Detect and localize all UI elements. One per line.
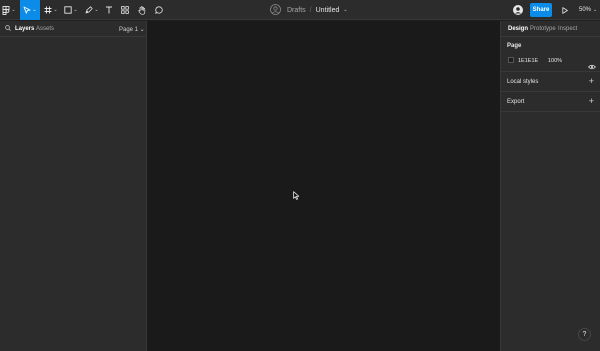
- search-icon[interactable]: [5, 25, 11, 33]
- properties-tabs: Design Prototype Inspect: [501, 21, 600, 37]
- pen-tool-icon: [85, 6, 93, 14]
- zoom-caret: ⌄: [593, 7, 598, 13]
- top-toolbar: ⌄ ⌄ ⌄ ⌄ ⌄ Drafts / Untitled ⌄ Share 50% …: [0, 0, 600, 20]
- shape-tool-button[interactable]: ⌄: [62, 0, 80, 20]
- main-menu-button[interactable]: ⌄: [0, 0, 18, 20]
- team-avatar-icon: [270, 3, 281, 17]
- page-opacity[interactable]: 100%: [548, 58, 562, 64]
- tab-inspect[interactable]: Inspect: [558, 26, 577, 32]
- play-icon: [562, 6, 568, 14]
- document-title[interactable]: Untitled: [316, 7, 340, 14]
- export-section: Export +: [501, 92, 600, 112]
- share-button[interactable]: Share: [530, 3, 552, 17]
- hand-tool-icon: [138, 5, 146, 15]
- tab-assets[interactable]: Assets: [36, 26, 54, 32]
- frame-tool-button[interactable]: ⌄: [42, 0, 60, 20]
- components-icon: [121, 6, 129, 14]
- page-selector[interactable]: Page 1 ⌄: [119, 26, 145, 33]
- page-color-swatch[interactable]: [508, 57, 514, 63]
- add-export-icon[interactable]: +: [589, 97, 594, 106]
- text-tool-icon: [105, 6, 113, 14]
- present-button[interactable]: [560, 0, 570, 20]
- breadcrumb-separator: /: [309, 6, 312, 14]
- hand-tool-button[interactable]: [136, 0, 148, 20]
- file-breadcrumb: Drafts / Untitled ⌄: [270, 0, 348, 20]
- menu-caret: ⌄: [11, 7, 16, 13]
- layers-panel-header: Layers Assets Page 1 ⌄: [0, 21, 146, 37]
- move-tool-caret: ⌄: [32, 7, 37, 13]
- help-button[interactable]: ?: [578, 328, 591, 341]
- layers-panel: Layers Assets Page 1 ⌄: [0, 21, 147, 351]
- components-button[interactable]: [119, 0, 131, 20]
- export-label: Export: [507, 99, 525, 105]
- user-avatar[interactable]: [511, 0, 525, 20]
- avatar-icon: [513, 5, 523, 15]
- zoom-dropdown[interactable]: 50% ⌄: [579, 0, 597, 20]
- comment-tool-button[interactable]: [153, 0, 165, 20]
- shape-tool-caret: ⌄: [73, 7, 78, 13]
- mouse-cursor-icon: [293, 187, 300, 205]
- frame-tool-caret: ⌄: [53, 7, 58, 13]
- page-section: Page: [501, 37, 600, 72]
- properties-panel: Design Prototype Inspect Page 1E1E1E 100…: [500, 21, 600, 351]
- local-styles-section: Local styles +: [501, 72, 600, 92]
- page-color-hex[interactable]: 1E1E1E: [518, 58, 538, 64]
- frame-tool-icon: [44, 6, 52, 14]
- document-menu-caret[interactable]: ⌄: [343, 7, 347, 13]
- shape-tool-icon: [64, 6, 73, 14]
- zoom-level: 50%: [579, 7, 592, 13]
- move-tool-icon: [23, 6, 31, 14]
- drafts-link[interactable]: Drafts: [287, 7, 306, 14]
- pen-tool-button[interactable]: ⌄: [83, 0, 101, 20]
- tab-design[interactable]: Design: [508, 26, 528, 32]
- move-tool-button[interactable]: ⌄: [20, 0, 40, 20]
- local-styles-label: Local styles: [507, 79, 539, 85]
- tab-prototype[interactable]: Prototype: [530, 26, 556, 32]
- comment-icon: [155, 6, 163, 14]
- text-tool-button[interactable]: [103, 0, 115, 20]
- page-section-title: Page: [507, 43, 522, 49]
- tab-layers[interactable]: Layers: [15, 26, 34, 32]
- figma-menu-icon: [2, 5, 10, 15]
- pen-tool-caret: ⌄: [94, 7, 99, 13]
- canvas[interactable]: [147, 21, 500, 351]
- add-style-icon[interactable]: +: [589, 77, 594, 86]
